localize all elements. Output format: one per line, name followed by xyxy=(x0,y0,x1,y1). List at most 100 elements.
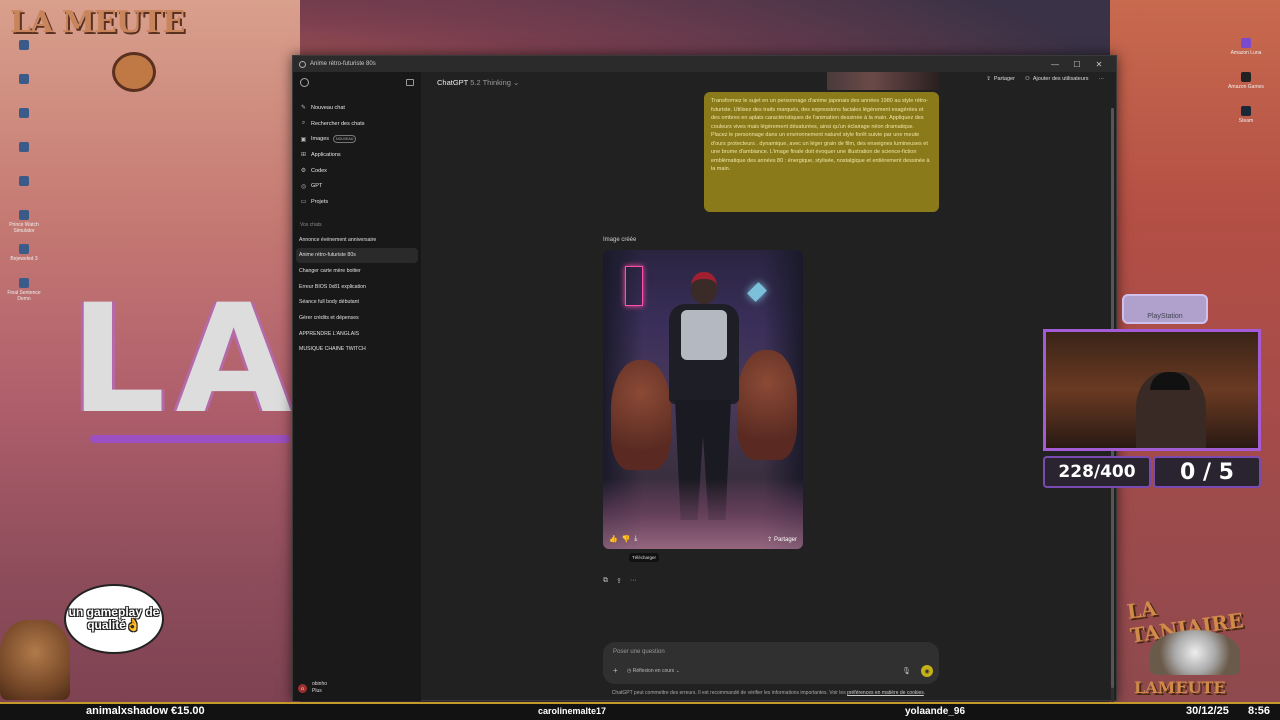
share-button[interactable]: ⇪ Partager xyxy=(986,76,1015,82)
codex-icon: ⚙ xyxy=(300,168,307,175)
chat-topbar: ChatGPT 5.2 Thinking ⌄ xyxy=(421,72,1116,92)
chat-item-active[interactable]: Anime rétro-futuriste 80s xyxy=(296,247,418,264)
chat-item[interactable]: Séance full body débutant xyxy=(293,295,421,311)
chat-item[interactable]: APPRENDRE L'ANGLAIS xyxy=(293,326,421,342)
sidebar-item-gpt[interactable]: ◎ GPT xyxy=(293,178,421,194)
desktop-icon[interactable] xyxy=(4,142,44,176)
big-la-graphic: LA xyxy=(70,273,302,447)
more-icon[interactable]: ··· xyxy=(630,577,637,585)
desktop-icon[interactable] xyxy=(4,74,44,108)
bear-left xyxy=(611,360,671,470)
chat-item[interactable]: Annonce événement anniversaire xyxy=(293,232,421,248)
gpt-icon: ◎ xyxy=(300,183,307,190)
top-actions: ⇪ Partager ⚇ Ajouter des utilisateurs ··· xyxy=(986,76,1104,82)
minimize-button[interactable]: — xyxy=(1044,60,1066,69)
sidebar-item-applications[interactable]: ⊞ Applications xyxy=(293,147,421,163)
image-icon: ▣ xyxy=(300,136,307,143)
app-icon xyxy=(19,74,29,84)
image-created-label: Image créée xyxy=(603,237,637,243)
sidebar-toggle-icon[interactable] xyxy=(406,78,414,86)
desktop-icon[interactable] xyxy=(4,176,44,210)
la-taniaire-logo: LA TANIAIRE LAMEUTE xyxy=(1125,595,1245,697)
user-name: obinho xyxy=(312,681,328,687)
desktop-icon[interactable]: Bejeweled 3 xyxy=(4,244,44,278)
speech-bubble: un gameplay de qualité👌 xyxy=(64,584,164,654)
window-title: Anime rétro-futuriste 80s xyxy=(310,61,376,67)
desktop-icons-right: Amazon Luna Amazon Games Steam xyxy=(1224,38,1268,140)
chat-item[interactable]: Changer carte mère boitier xyxy=(293,263,421,279)
more-options-button[interactable]: ··· xyxy=(1099,76,1105,82)
speech-bubble-text: un gameplay de qualité👌 xyxy=(68,605,160,632)
sidebar-item-images[interactable]: ▣ Images NOUVEAU xyxy=(293,131,421,147)
desktop-icon-steam[interactable]: Steam xyxy=(1224,106,1268,140)
chat-item[interactable]: MUSIQUE CHAINE TWITCH xyxy=(293,342,421,358)
generated-image[interactable]: 👍 👎 ⤓ ⇪ Partager xyxy=(603,250,803,549)
desktop-icon[interactable] xyxy=(4,40,44,74)
share-icon: ⇪ xyxy=(986,76,991,82)
chat-item[interactable]: Gérer crédits et dépenses xyxy=(293,310,421,326)
ticker-follower: carolinemalte17 xyxy=(538,706,607,716)
question-input[interactable]: Poser une question xyxy=(613,649,665,655)
reasoning-selector[interactable]: ◷ Réflexion en cours ⌄ xyxy=(627,668,680,674)
desktop-icon[interactable] xyxy=(4,108,44,142)
stream-ticker: animalxshadow €15.00 carolinemalte17 yol… xyxy=(0,704,1280,720)
desktop-icon[interactable]: Prince Watch Simulator xyxy=(4,210,44,244)
steam-icon xyxy=(1241,106,1251,116)
thumbs-up-icon[interactable]: 👍 xyxy=(609,535,618,543)
add-users-button[interactable]: ⚇ Ajouter des utilisateurs xyxy=(1025,76,1089,82)
counters: 228/400 0 / 5 xyxy=(1043,456,1261,488)
app-icon xyxy=(19,278,29,288)
search-icon: ⌕ xyxy=(301,120,306,127)
chat-item[interactable]: Erreur BIOS 0x81 explication xyxy=(293,279,421,295)
main-chat-area: ChatGPT 5.2 Thinking ⌄ ⇪ Partager ⚇ Ajoute… xyxy=(421,72,1116,708)
sidebar-item-new-chat[interactable]: ✎ Nouveau chat xyxy=(293,100,421,116)
download-tooltip: Télécharger xyxy=(629,553,660,562)
follower-goal-counter: 228/400 xyxy=(1043,456,1151,488)
neon-sign xyxy=(625,266,643,306)
maximize-button[interactable]: ☐ xyxy=(1066,60,1088,69)
cookie-preferences-link[interactable]: préférences en matière de cookies xyxy=(847,690,924,696)
user-plan: Plus xyxy=(312,688,322,694)
folder-icon: ▭ xyxy=(300,199,307,206)
apps-icon: ⊞ xyxy=(300,152,307,159)
sidebar-item-search[interactable]: ⌕ Rechercher des chats xyxy=(293,116,421,132)
previous-image-strip xyxy=(827,72,939,90)
amazon-games-icon xyxy=(1241,72,1251,82)
message-actions: ⧉ ⇪ ··· xyxy=(603,577,637,585)
close-button[interactable]: ✕ xyxy=(1088,60,1110,69)
desktop-icon-amazon-games[interactable]: Amazon Games xyxy=(1224,72,1268,106)
ticker-time: 8:56 xyxy=(1248,705,1271,717)
microphone-icon[interactable]: 🎙 xyxy=(902,667,911,675)
ticker-donation: animalxshadow €15.00 xyxy=(86,705,205,717)
model-selector[interactable]: ChatGPT 5.2 Thinking ⌄ xyxy=(437,78,519,87)
voice-button[interactable]: ◉ xyxy=(921,665,933,677)
chats-section-label: Vos chats xyxy=(300,221,322,228)
download-icon[interactable]: ⤓ xyxy=(634,535,637,543)
paw-icon xyxy=(112,52,156,92)
copy-icon[interactable]: ⧉ xyxy=(603,577,608,585)
sidebar-item-projects[interactable]: ▭ Projets xyxy=(293,194,421,210)
sidebar: ✎ Nouveau chat ⌕ Rechercher des chats ▣ Ima… xyxy=(293,72,421,701)
sub-goal-counter: 0 / 5 xyxy=(1153,456,1261,488)
desktop-icons-left: Prince Watch Simulator Bejeweled 3 Final… xyxy=(4,40,44,312)
plus-icon[interactable]: + xyxy=(613,666,618,675)
desktop-icon-amazon-luna[interactable]: Amazon Luna xyxy=(1224,38,1268,72)
share-icon[interactable]: ⇪ xyxy=(616,577,622,585)
thumbs-down-icon[interactable]: 👎 xyxy=(622,535,631,543)
image-share-button[interactable]: ⇪ Partager xyxy=(767,536,797,543)
sidebar-nav: ✎ Nouveau chat ⌕ Rechercher des chats ▣ Ima… xyxy=(293,92,421,210)
composer[interactable]: Poser une question + ◷ Réflexion en cour… xyxy=(603,642,939,684)
bear-mascot xyxy=(0,620,70,700)
app-icon xyxy=(19,210,29,220)
user-profile[interactable]: O obinho Plus xyxy=(298,681,327,695)
ticker-date: 30/12/25 xyxy=(1186,705,1229,717)
window-titlebar[interactable]: Anime rétro-futuriste 80s — ☐ ✕ xyxy=(293,56,1116,72)
app-icon xyxy=(19,176,29,186)
la-meute-logo: LA MEUTE xyxy=(10,5,185,40)
add-user-icon: ⚇ xyxy=(1024,76,1030,82)
ticker-sub: yolaande_96 xyxy=(905,706,966,717)
app-icon xyxy=(19,244,29,254)
openai-logo-icon[interactable] xyxy=(300,77,309,87)
desktop-icon[interactable]: Final Sentence Demo xyxy=(4,278,44,312)
sidebar-item-codex[interactable]: ⚙ Codex xyxy=(293,163,421,179)
